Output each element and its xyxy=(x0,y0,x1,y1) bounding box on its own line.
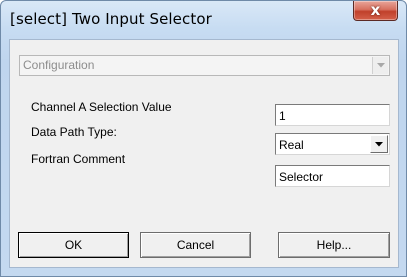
close-button[interactable]: x xyxy=(353,1,398,21)
fortran-comment-label: Fortran Comment xyxy=(31,152,126,166)
fortran-comment-input[interactable]: Selector xyxy=(275,165,390,187)
configuration-dropdown[interactable]: Configuration xyxy=(19,55,390,76)
dialog-window: [select] Two Input Selector x Configurat… xyxy=(0,0,407,277)
data-path-type-value: Real xyxy=(279,138,304,152)
channel-a-input[interactable]: 1 xyxy=(275,104,390,126)
data-path-type-label: Data Path Type: xyxy=(31,125,117,139)
help-button[interactable]: Help... xyxy=(278,232,390,258)
data-path-type-dropdown[interactable]: Real xyxy=(275,133,390,155)
configuration-value: Configuration xyxy=(23,58,95,72)
configuration-dropdown-button[interactable] xyxy=(372,57,388,74)
title-bar[interactable]: [select] Two Input Selector x xyxy=(1,1,406,39)
window-title: [select] Two Input Selector xyxy=(10,10,212,28)
cancel-button[interactable]: Cancel xyxy=(140,232,251,258)
data-path-type-dropdown-button[interactable] xyxy=(370,135,388,153)
dialog-body: Configuration Channel A Selection Value … xyxy=(9,39,399,268)
channel-a-label: Channel A Selection Value xyxy=(31,100,172,114)
ok-button[interactable]: OK xyxy=(18,232,129,258)
close-icon: x xyxy=(370,1,381,19)
